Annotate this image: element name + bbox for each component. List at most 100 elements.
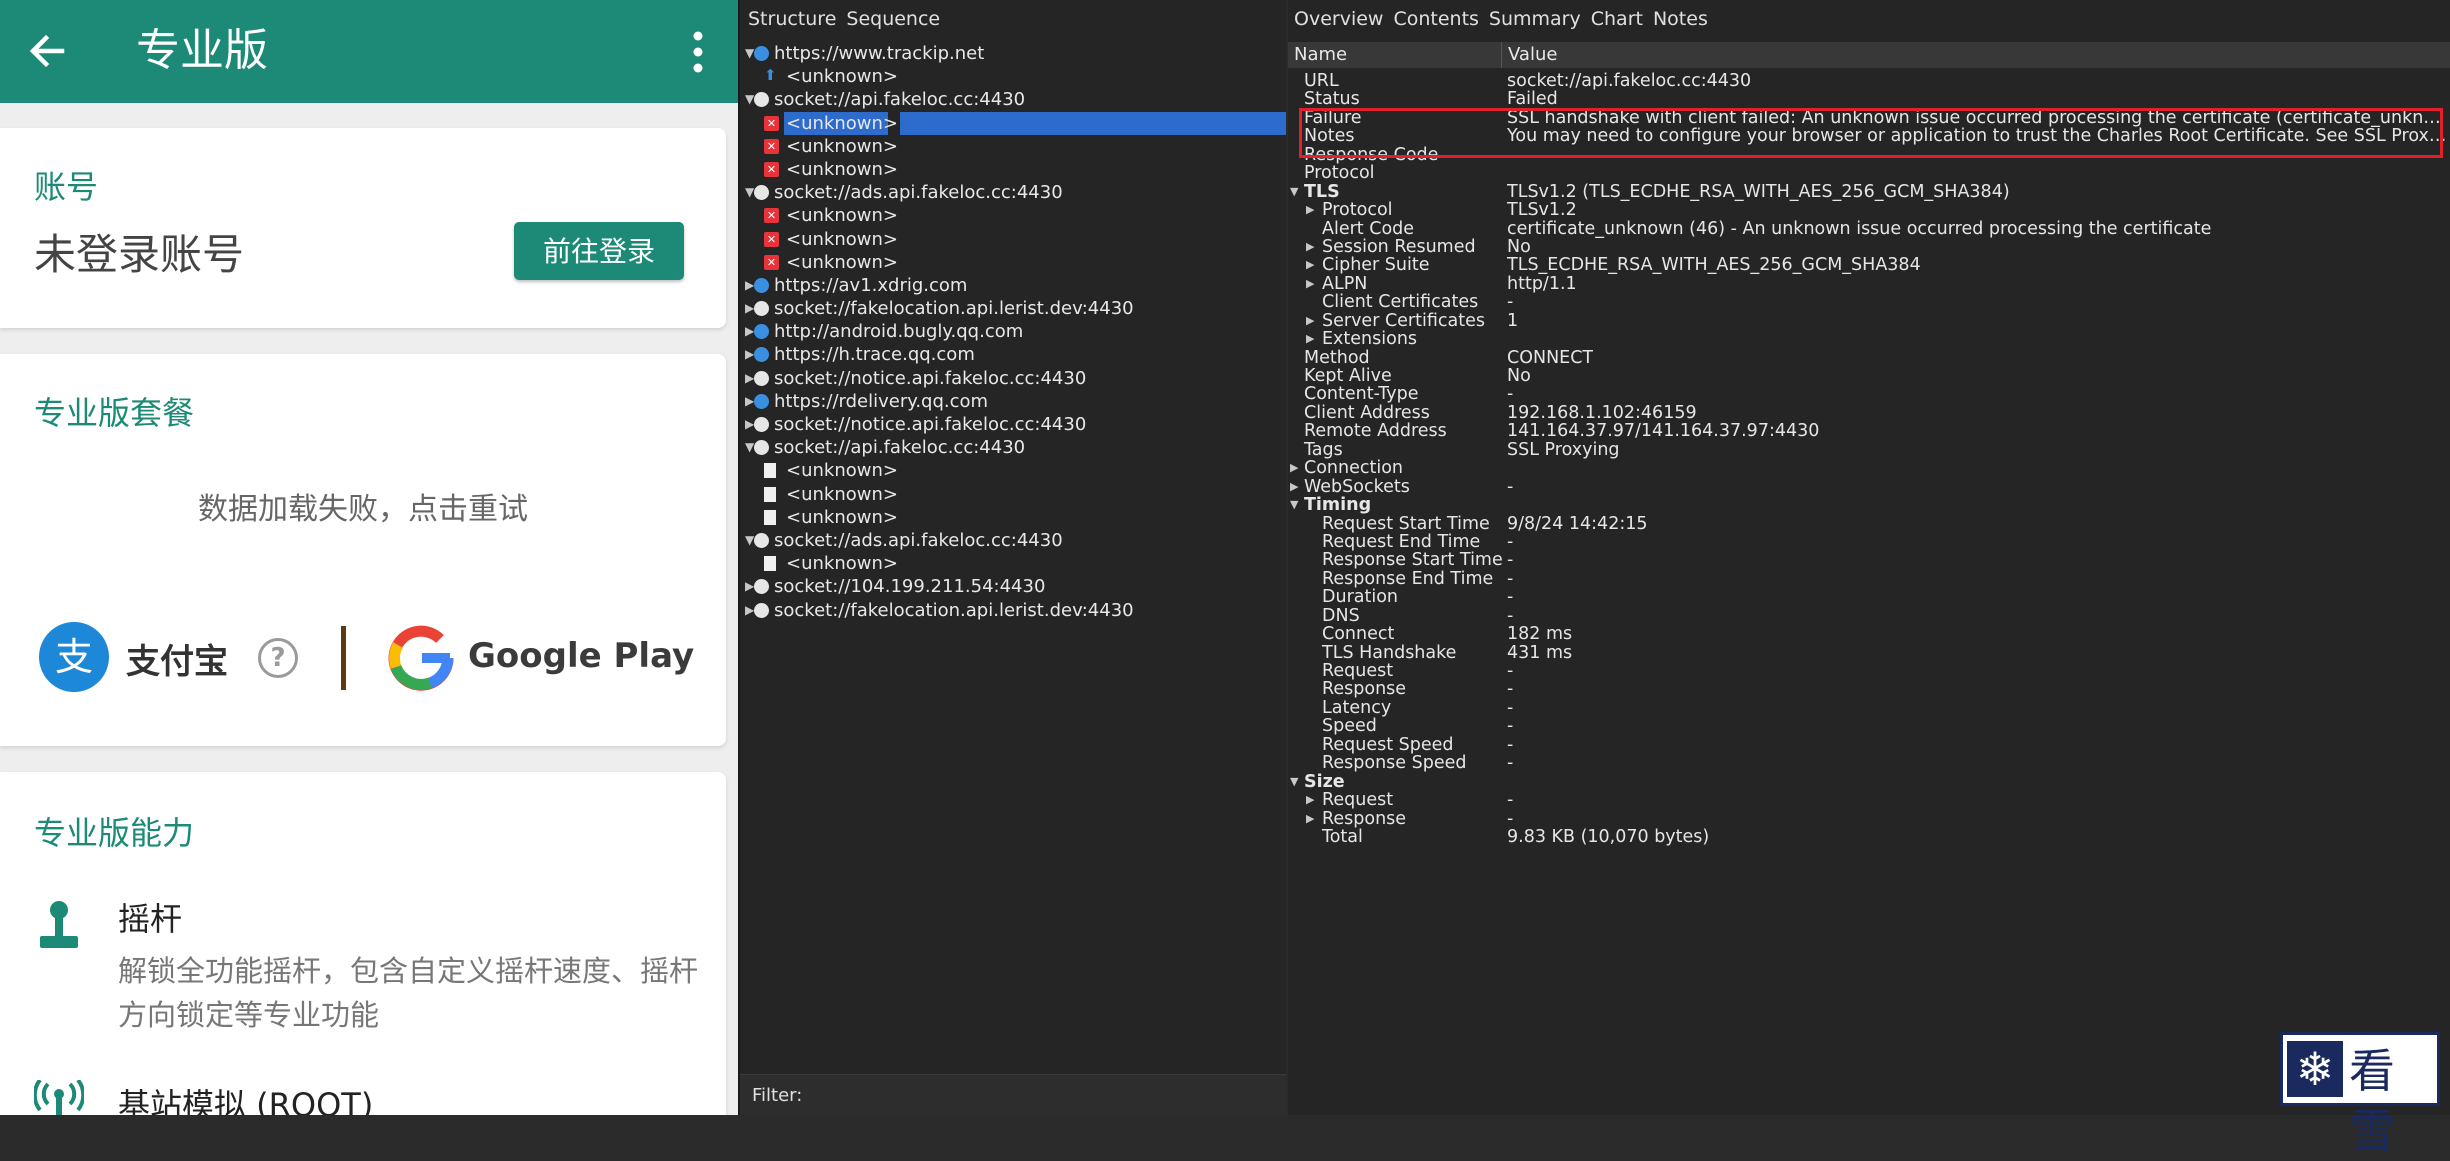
property-expand-arrow-icon[interactable]: ▶ — [1290, 459, 1298, 477]
tree-expand-arrow-icon[interactable]: ▶ — [745, 599, 754, 622]
tree-expand-arrow-icon[interactable]: ▶ — [745, 297, 754, 320]
tree-expand-arrow-icon[interactable]: ▶ — [745, 575, 754, 598]
property-expand-arrow-icon[interactable]: ▶ — [1306, 791, 1314, 809]
property-row[interactable]: Content-Type - — [1288, 385, 2450, 403]
column-divider[interactable] — [1501, 42, 1502, 68]
tree-row[interactable]: ▶ http://android.bugly.qq.com — [740, 320, 1286, 343]
property-row[interactable]: Remote Address 141.164.37.97/141.164.37.9… — [1288, 422, 2450, 440]
property-row[interactable]: Request End Time - — [1288, 533, 2450, 551]
column-value[interactable]: Value — [1508, 44, 1557, 65]
property-expand-arrow-icon[interactable]: ▼ — [1290, 773, 1298, 791]
property-expand-arrow-icon[interactable]: ▶ — [1306, 330, 1314, 348]
tree-row[interactable]: ▼ socket://ads.api.fakeloc.cc:4430 — [740, 181, 1286, 204]
alipay-label[interactable]: 支付宝 — [126, 634, 228, 683]
property-row[interactable]: ▶ Response - — [1288, 810, 2450, 828]
tree-row[interactable]: ⬆ <unknown> — [740, 65, 1286, 88]
property-row[interactable]: DNS - — [1288, 607, 2450, 625]
property-row[interactable]: Response - — [1288, 680, 2450, 698]
tree-row[interactable]: ▶ socket://fakelocation.api.lerist.dev:44… — [740, 297, 1286, 320]
tree-expand-arrow-icon[interactable]: ▶ — [745, 274, 754, 297]
property-expand-arrow-icon[interactable]: ▼ — [1290, 496, 1298, 514]
property-row[interactable]: ▶ Protocol TLSv1.2 — [1288, 201, 2450, 219]
property-row[interactable]: TLS Handshake 431 ms — [1288, 644, 2450, 662]
load-error-retry[interactable]: 数据加载失败，点击重试 — [0, 484, 726, 528]
tree-row[interactable]: ✕ <unknown> — [740, 251, 1286, 274]
tree-row[interactable]: ▼ https://www.trackip.net — [740, 42, 1286, 65]
property-row[interactable]: Request - — [1288, 662, 2450, 680]
property-expand-arrow-icon[interactable]: ▶ — [1306, 201, 1314, 219]
property-row[interactable]: Client Address 192.168.1.102:46159 — [1288, 404, 2450, 422]
property-expand-arrow-icon[interactable]: ▶ — [1306, 275, 1314, 293]
tree-expand-arrow-icon[interactable]: ▶ — [745, 367, 754, 390]
tree-row[interactable]: ▶ socket://notice.api.fakeloc.cc:4430 — [740, 367, 1286, 390]
alipay-icon[interactable]: 支 — [38, 621, 110, 693]
tree-row[interactable]: ✕ <unknown> — [740, 228, 1286, 251]
tree-row[interactable]: ▶ socket://notice.api.fakeloc.cc:4430 — [740, 413, 1286, 436]
property-row[interactable]: Request Start Time 9/8/24 14:42:15 — [1288, 515, 2450, 533]
tab-structure[interactable]: Structure — [748, 8, 836, 30]
back-arrow-icon[interactable] — [22, 26, 72, 76]
column-name[interactable]: Name — [1294, 44, 1347, 65]
tree-expand-arrow-icon[interactable]: ▼ — [745, 42, 754, 65]
tree-expand-arrow-icon[interactable]: ▼ — [745, 529, 754, 552]
tree-expand-arrow-icon[interactable]: ▶ — [745, 343, 754, 366]
property-expand-arrow-icon[interactable]: ▶ — [1306, 810, 1314, 828]
tab-chart[interactable]: Chart — [1591, 8, 1643, 30]
property-expand-arrow-icon[interactable]: ▼ — [1290, 183, 1298, 201]
tab-summary[interactable]: Summary — [1489, 8, 1581, 30]
property-row[interactable]: Alert Code certificate_unknown (46) - An … — [1288, 220, 2450, 238]
property-row[interactable]: ▶ WebSockets - — [1288, 478, 2450, 496]
tab-sequence[interactable]: Sequence — [846, 8, 940, 30]
login-button[interactable]: 前往登录 — [514, 222, 684, 280]
help-icon[interactable]: ? — [258, 638, 298, 678]
tree-row[interactable]: <unknown> — [740, 552, 1286, 575]
property-row[interactable]: ▼ Size — [1288, 773, 2450, 791]
property-row[interactable]: URL socket://api.fakeloc.cc:4430 — [1288, 72, 2450, 90]
property-row[interactable]: Tags SSL Proxying — [1288, 441, 2450, 459]
property-row[interactable]: Latency - — [1288, 699, 2450, 717]
property-row[interactable]: Response Speed - — [1288, 754, 2450, 772]
tree-expand-arrow-icon[interactable]: ▶ — [745, 413, 754, 436]
tree-expand-arrow-icon[interactable]: ▶ — [745, 320, 754, 343]
property-row[interactable]: ▶ Connection — [1288, 459, 2450, 477]
property-row[interactable]: Client Certificates - — [1288, 293, 2450, 311]
tree-expand-arrow-icon[interactable]: ▼ — [745, 88, 754, 111]
tree-row[interactable]: ▶ https://h.trace.qq.com — [740, 343, 1286, 366]
property-row[interactable]: Connect 182 ms — [1288, 625, 2450, 643]
tree-row[interactable]: <unknown> — [740, 459, 1286, 482]
property-row[interactable]: Total 9.83 KB (10,070 bytes) — [1288, 828, 2450, 846]
property-row[interactable]: Request Speed - — [1288, 736, 2450, 754]
tree-row[interactable]: ▼ socket://api.fakeloc.cc:4430 — [740, 88, 1286, 111]
tree-row[interactable]: ✕ <unknown> — [740, 111, 1286, 135]
property-row[interactable]: ▶ Cipher Suite TLS_ECDHE_RSA_WITH_AES_256_… — [1288, 256, 2450, 274]
tree-row[interactable]: ✕ <unknown> — [740, 158, 1286, 181]
property-row[interactable]: Response Start Time - — [1288, 551, 2450, 569]
tree-row[interactable]: ▼ socket://ads.api.fakeloc.cc:4430 — [740, 529, 1286, 552]
tree-row[interactable]: ▶ https://av1.xdrig.com — [740, 274, 1286, 297]
tree-row[interactable]: ✕ <unknown> — [740, 135, 1286, 158]
google-play-label[interactable]: Google Play — [468, 636, 694, 676]
property-expand-arrow-icon[interactable]: ▶ — [1290, 478, 1298, 496]
property-expand-arrow-icon[interactable]: ▶ — [1306, 256, 1314, 274]
property-expand-arrow-icon[interactable]: ▶ — [1306, 238, 1314, 256]
property-row[interactable]: Kept Alive No — [1288, 367, 2450, 385]
property-row[interactable]: Response End Time - — [1288, 570, 2450, 588]
tree-row[interactable]: ▶ socket://104.199.211.54:4430 — [740, 575, 1286, 598]
tree-row[interactable]: ▶ https://rdelivery.qq.com — [740, 390, 1286, 413]
property-row[interactable]: Duration - — [1288, 588, 2450, 606]
filter-bar[interactable]: Filter: — [740, 1074, 1286, 1115]
property-row[interactable]: ▶ Extensions — [1288, 330, 2450, 348]
tree-expand-arrow-icon[interactable]: ▼ — [745, 181, 754, 204]
property-row[interactable]: ▼ Timing — [1288, 496, 2450, 514]
property-row[interactable]: ▶ Server Certificates 1 — [1288, 312, 2450, 330]
property-row[interactable]: ▶ Session Resumed No — [1288, 238, 2450, 256]
tree-expand-arrow-icon[interactable]: ▼ — [745, 436, 754, 459]
tab-notes[interactable]: Notes — [1653, 8, 1708, 30]
property-expand-arrow-icon[interactable]: ▶ — [1306, 312, 1314, 330]
property-row[interactable]: ▼ TLS TLSv1.2 (TLS_ECDHE_RSA_WITH_AES_256_… — [1288, 183, 2450, 201]
property-row[interactable]: Status Failed — [1288, 90, 2450, 108]
property-row[interactable]: ▶ Request - — [1288, 791, 2450, 809]
more-vert-icon[interactable] — [678, 22, 718, 82]
property-row[interactable]: Speed - — [1288, 717, 2450, 735]
tree-row[interactable]: ▶ socket://fakelocation.api.lerist.dev:44… — [740, 599, 1286, 622]
